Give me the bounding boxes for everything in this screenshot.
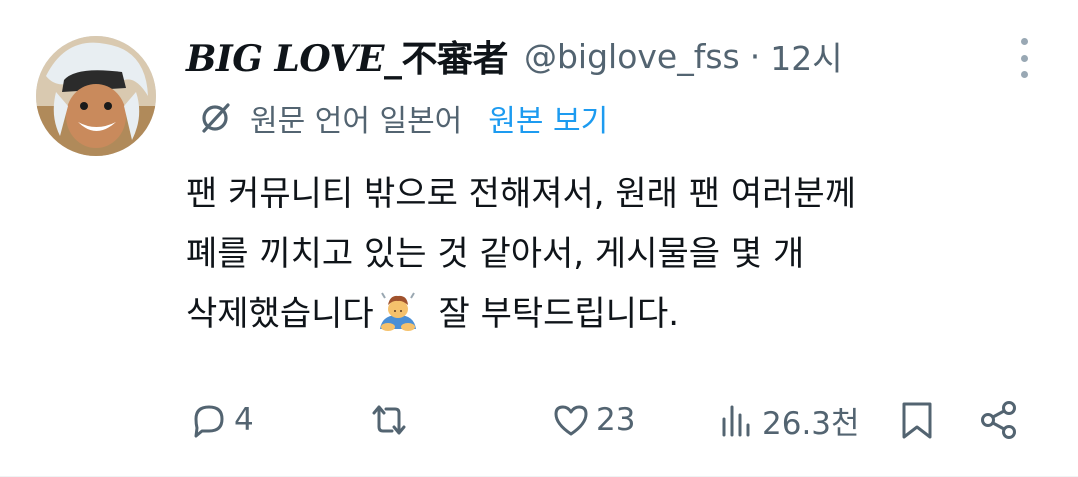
view-original-link[interactable]: 원본 보기 (488, 96, 608, 140)
tweet[interactable]: BIG LOVE_不審者 @biglove_fss · 12시 원문 언어 일본… (0, 0, 1078, 477)
action-bar: 4 23 26.3천 (0, 390, 1078, 450)
repost-button[interactable] (368, 390, 414, 450)
translation-note: 원문 언어 일본어 (250, 104, 463, 139)
translate-icon (202, 103, 230, 133)
tweet-body-line: 삭제했습니다 잘 부탁드립니다. (186, 284, 1046, 344)
person-bowing-emoji (379, 292, 416, 331)
reply-button[interactable]: 4 (188, 390, 254, 450)
translation-bar: 원문 언어 일본어 원본 보기 (198, 96, 608, 140)
views-button[interactable]: 26.3천 (716, 390, 860, 450)
tweet-body: 팬 커뮤니티 밖으로 전해져서, 원래 팬 여러분께 폐를 끼치고 있는 것 같… (186, 164, 1046, 344)
views-icon (722, 405, 750, 437)
like-count: 23 (596, 402, 636, 438)
bookmark-button[interactable] (896, 390, 938, 450)
user-handle[interactable]: @biglove_fss (524, 37, 740, 76)
tweet-body-line: 폐를 끼치고 있는 것 같아서, 게시물을 몇 개 (186, 234, 805, 274)
like-button[interactable]: 23 (550, 390, 635, 450)
display-name-cjk: 不審者 (401, 39, 508, 80)
display-name[interactable]: BIG LOVE_不審者 (186, 30, 508, 82)
views-count: 26.3천 (762, 405, 860, 442)
avatar[interactable] (36, 36, 156, 156)
share-button[interactable] (978, 390, 1020, 450)
bookmark-icon (902, 402, 932, 439)
repost-icon (372, 405, 406, 435)
heart-icon (554, 405, 588, 436)
reply-count: 4 (234, 402, 254, 438)
more-vertical-icon[interactable] (1018, 38, 1030, 78)
reply-icon (194, 405, 224, 438)
avatar-image (36, 36, 156, 156)
tweet-body-line: 팬 커뮤니티 밖으로 전해져서, 원래 팬 여러분께 (186, 174, 856, 214)
tweet-header: BIG LOVE_不審者 @biglove_fss · 12시 (186, 28, 843, 84)
timestamp[interactable]: 12시 (770, 32, 842, 80)
separator-dot: · (749, 36, 761, 76)
display-name-latin: BIG LOVE_ (186, 38, 402, 80)
tweet-body-text: 삭제했습니다 (186, 294, 374, 334)
share-icon (981, 401, 1016, 439)
tweet-body-text: 잘 부탁드립니다. (427, 294, 680, 334)
